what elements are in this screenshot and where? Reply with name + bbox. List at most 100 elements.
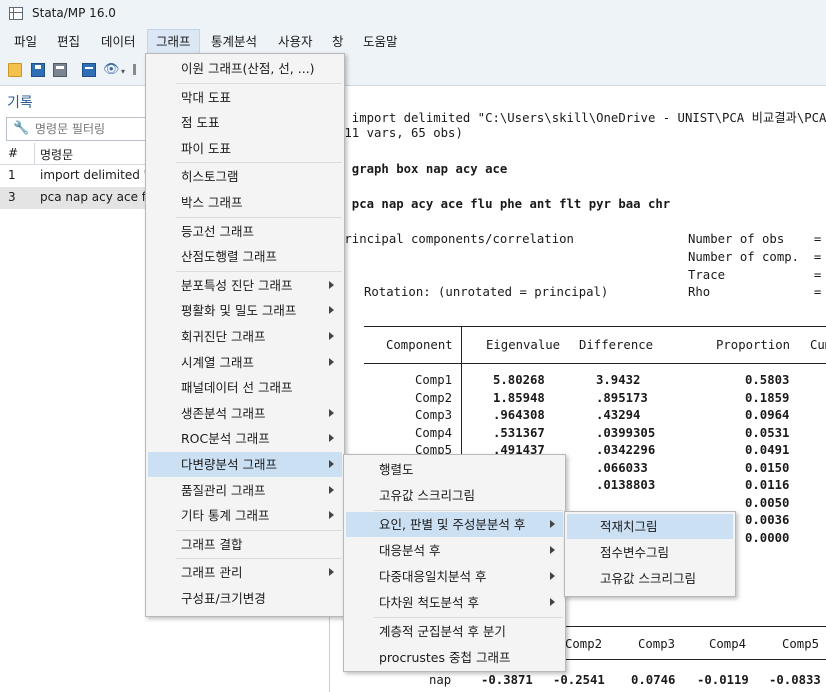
factor-menu-item-1[interactable]: 점수변수그림 — [567, 540, 733, 565]
menu-user[interactable]: 사용자 — [270, 28, 321, 56]
graph-menu-item-13[interactable]: 생존분석 그래프 — [148, 401, 342, 426]
graph-menu-item-1[interactable]: 막대 도표 — [148, 85, 342, 110]
multivariate-menu-item-1[interactable]: 고유값 스크리그림 — [346, 483, 563, 508]
menu-help[interactable]: 도움말 — [355, 28, 406, 56]
menu-data[interactable]: 데이터 — [93, 28, 144, 56]
graph-menu-item-17[interactable]: 기타 통계 그래프 — [148, 503, 342, 528]
menu-item-label: 평활화 및 밀도 그래프 — [181, 303, 297, 319]
stata-app-icon — [9, 7, 23, 20]
result-line-vars: (11 vars, 65 obs) — [337, 126, 463, 140]
menu-item-label: 고유값 스크리그림 — [600, 571, 696, 586]
menu-separator — [176, 558, 342, 560]
graph-menu-item-16[interactable]: 품질관리 그래프 — [148, 478, 342, 503]
load-col-comp2: Comp2 — [565, 637, 603, 651]
graph-icon[interactable] — [133, 64, 136, 75]
graph-menu-item-12[interactable]: 패널데이터 선 그래프 — [148, 375, 342, 400]
menu-item-label: 파이 도표 — [181, 140, 231, 156]
chevron-right-icon — [329, 568, 334, 577]
menu-file[interactable]: 파일 — [6, 28, 45, 56]
eig-cell-prop: 0.0036 — [745, 513, 790, 527]
eig-col-difference: Difference — [579, 338, 654, 352]
multivariate-menu-item-6[interactable]: 계층적 군집분석 후 분기 — [346, 619, 563, 644]
menu-item-label: 패널데이터 선 그래프 — [181, 380, 293, 396]
print-icon[interactable] — [53, 63, 67, 77]
graph-menu-item-4[interactable]: 히스토그램 — [148, 164, 342, 189]
menu-item-label: 그래프 관리 — [181, 565, 243, 581]
menu-item-label: 요인, 판별 및 주성분분석 후 — [379, 517, 526, 532]
load-nap-c3: 0.0746 — [631, 673, 676, 687]
eig-cell-comp: Comp3 — [415, 408, 453, 422]
menu-graph[interactable]: 그래프 — [147, 29, 200, 55]
chevron-right-icon — [329, 408, 334, 417]
menu-item-label: 다차원 척도분석 후 — [379, 595, 479, 610]
menu-item-label: 그래프 결합 — [181, 536, 243, 552]
graph-menu-item-8[interactable]: 분포특성 진단 그래프 — [148, 273, 342, 298]
menu-bar: 파일 편집 데이터 그래프 통계분석 사용자 창 도움말 — [0, 28, 826, 56]
eig-cell-diff: .0138803 — [596, 478, 656, 492]
graph-menu-item-18[interactable]: 그래프 결합 — [148, 532, 342, 557]
menu-item-label: 히스토그램 — [181, 169, 239, 185]
multivariate-menu-item-5[interactable]: 다차원 척도분석 후 — [346, 590, 563, 615]
factor-menu-item-0[interactable]: 적재치그림 — [567, 514, 733, 539]
table-rule-top — [364, 326, 826, 327]
multivariate-menu-item-0[interactable]: 행렬도 — [346, 457, 563, 482]
chevron-right-icon — [550, 572, 555, 580]
menu-item-label: 생존분석 그래프 — [181, 405, 266, 421]
graph-menu-item-2[interactable]: 점 도표 — [148, 110, 342, 135]
graph-menu-item-14[interactable]: ROC분석 그래프 — [148, 426, 342, 451]
menu-item-label: 이원 그래프(산점, 선, ...) — [181, 61, 315, 76]
title-bar: Stata/MP 16.0 — [0, 0, 826, 28]
graph-menu-item-9[interactable]: 평활화 및 밀도 그래프 — [148, 298, 342, 323]
eig-col-cum: Cum — [810, 338, 826, 352]
graph-menu-item-20[interactable]: 구성표/크기변경 — [148, 586, 342, 611]
eig-cell-prop: 0.0116 — [745, 478, 790, 492]
factor-pca-submenu: 적재치그림 점수변수그림고유값 스크리그림 — [564, 511, 736, 597]
eig-cell-diff: .0399305 — [596, 425, 656, 440]
stat-ncomp: Number of comp. = — [688, 250, 822, 264]
rotation-text: Rotation: (unrotated = principal) — [364, 285, 609, 299]
factor-menu-item-2[interactable]: 고유값 스크리그림 — [567, 566, 733, 591]
multivariate-submenu: 행렬도 고유값 스크리그림요인, 판별 및 주성분분석 후대응분석 후 다중대응일치… — [343, 454, 566, 672]
menu-window[interactable]: 창 — [324, 28, 352, 56]
graph-menu-item-11[interactable]: 시계열 그래프 — [148, 350, 342, 375]
graph-menu-item-15[interactable]: 다변량분석 그래프 — [148, 452, 342, 477]
chevron-right-icon — [329, 306, 334, 315]
graph-menu-item-0[interactable]: 이원 그래프(산점, 선, ...) — [148, 56, 342, 81]
multivariate-menu-item-3[interactable]: 대응분석 후 — [346, 538, 563, 563]
open-icon[interactable] — [8, 63, 22, 77]
chevron-right-icon — [329, 460, 334, 468]
multivariate-menu-item-7[interactable]: procrustes 중첩 그래프 — [346, 645, 563, 670]
log-icon[interactable] — [82, 63, 96, 77]
multivariate-menu-item-2[interactable]: 요인, 판별 및 주성분분석 후 — [346, 512, 563, 537]
column-command-header[interactable]: 명령문 — [40, 146, 73, 163]
graph-menu-item-19[interactable]: 그래프 관리 — [148, 560, 342, 585]
eig-cell-comp: Comp4 — [415, 425, 453, 440]
chevron-right-icon — [329, 280, 334, 289]
save-icon[interactable] — [31, 63, 45, 77]
graph-menu-item-3[interactable]: 파이 도표 — [148, 136, 342, 161]
graph-menu-item-7[interactable]: 산점도행렬 그래프 — [148, 244, 342, 269]
eig-cell-comp: Comp1 — [415, 373, 453, 387]
multivariate-menu-item-4[interactable]: 다중대응일치분석 후 — [346, 564, 563, 589]
eig-cell-comp: Comp2 — [415, 390, 453, 405]
viewer-dropdown-icon[interactable]: ▾ — [121, 67, 125, 76]
menu-edit[interactable]: 편집 — [49, 28, 88, 56]
menu-statistics[interactable]: 통계분석 — [203, 28, 265, 56]
graph-menu-item-5[interactable]: 박스 그래프 — [148, 190, 342, 215]
viewer-icon[interactable]: 👁 — [103, 62, 120, 77]
window-title: Stata/MP 16.0 — [32, 6, 116, 20]
menu-item-label: 구성표/크기변경 — [181, 591, 266, 606]
history-row-cmd: import delimited "C — [40, 168, 158, 182]
eig-cell-eig: .964308 — [493, 408, 545, 422]
menu-separator — [176, 216, 342, 218]
stat-rho: Rho = — [688, 285, 822, 299]
column-num-header[interactable]: # — [8, 146, 18, 160]
menu-separator — [176, 529, 342, 531]
load-col-comp5: Comp5 — [782, 637, 820, 651]
eig-cell-prop: 0.0150 — [745, 460, 790, 475]
wrench-icon: 🔧 — [13, 121, 30, 136]
graph-menu-item-6[interactable]: 등고선 그래프 — [148, 219, 342, 244]
chevron-right-icon — [550, 520, 555, 528]
menu-item-label: 기타 통계 그래프 — [181, 508, 270, 524]
graph-menu-item-10[interactable]: 회귀진단 그래프 — [148, 324, 342, 349]
